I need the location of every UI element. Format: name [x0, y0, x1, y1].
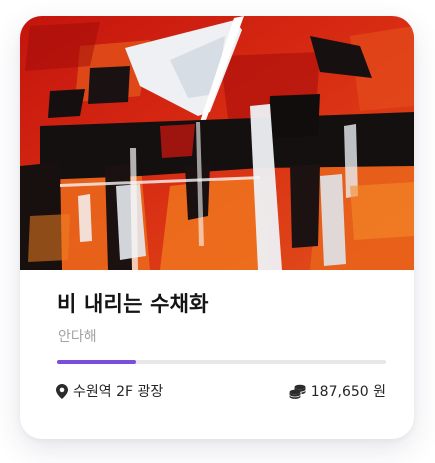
location-text: 수원역 2F 광장 [73, 384, 164, 400]
price-info: 187,650 원 [289, 380, 386, 402]
map-pin-icon [56, 383, 68, 399]
artist-name: 안다해 [58, 329, 97, 345]
progress-fill [57, 360, 136, 364]
location-info: 수원역 2F 광장 [56, 380, 163, 402]
coins-icon [289, 384, 306, 399]
progress-bar [57, 360, 386, 364]
artwork-card[interactable]: 비 내리는 수채화 안다해 수원역 2F 광장 187,650 원 [20, 16, 414, 439]
price-text: 187,650 원 [310, 384, 386, 400]
artwork-image [20, 16, 414, 270]
artwork-title: 비 내리는 수채화 [57, 292, 209, 316]
